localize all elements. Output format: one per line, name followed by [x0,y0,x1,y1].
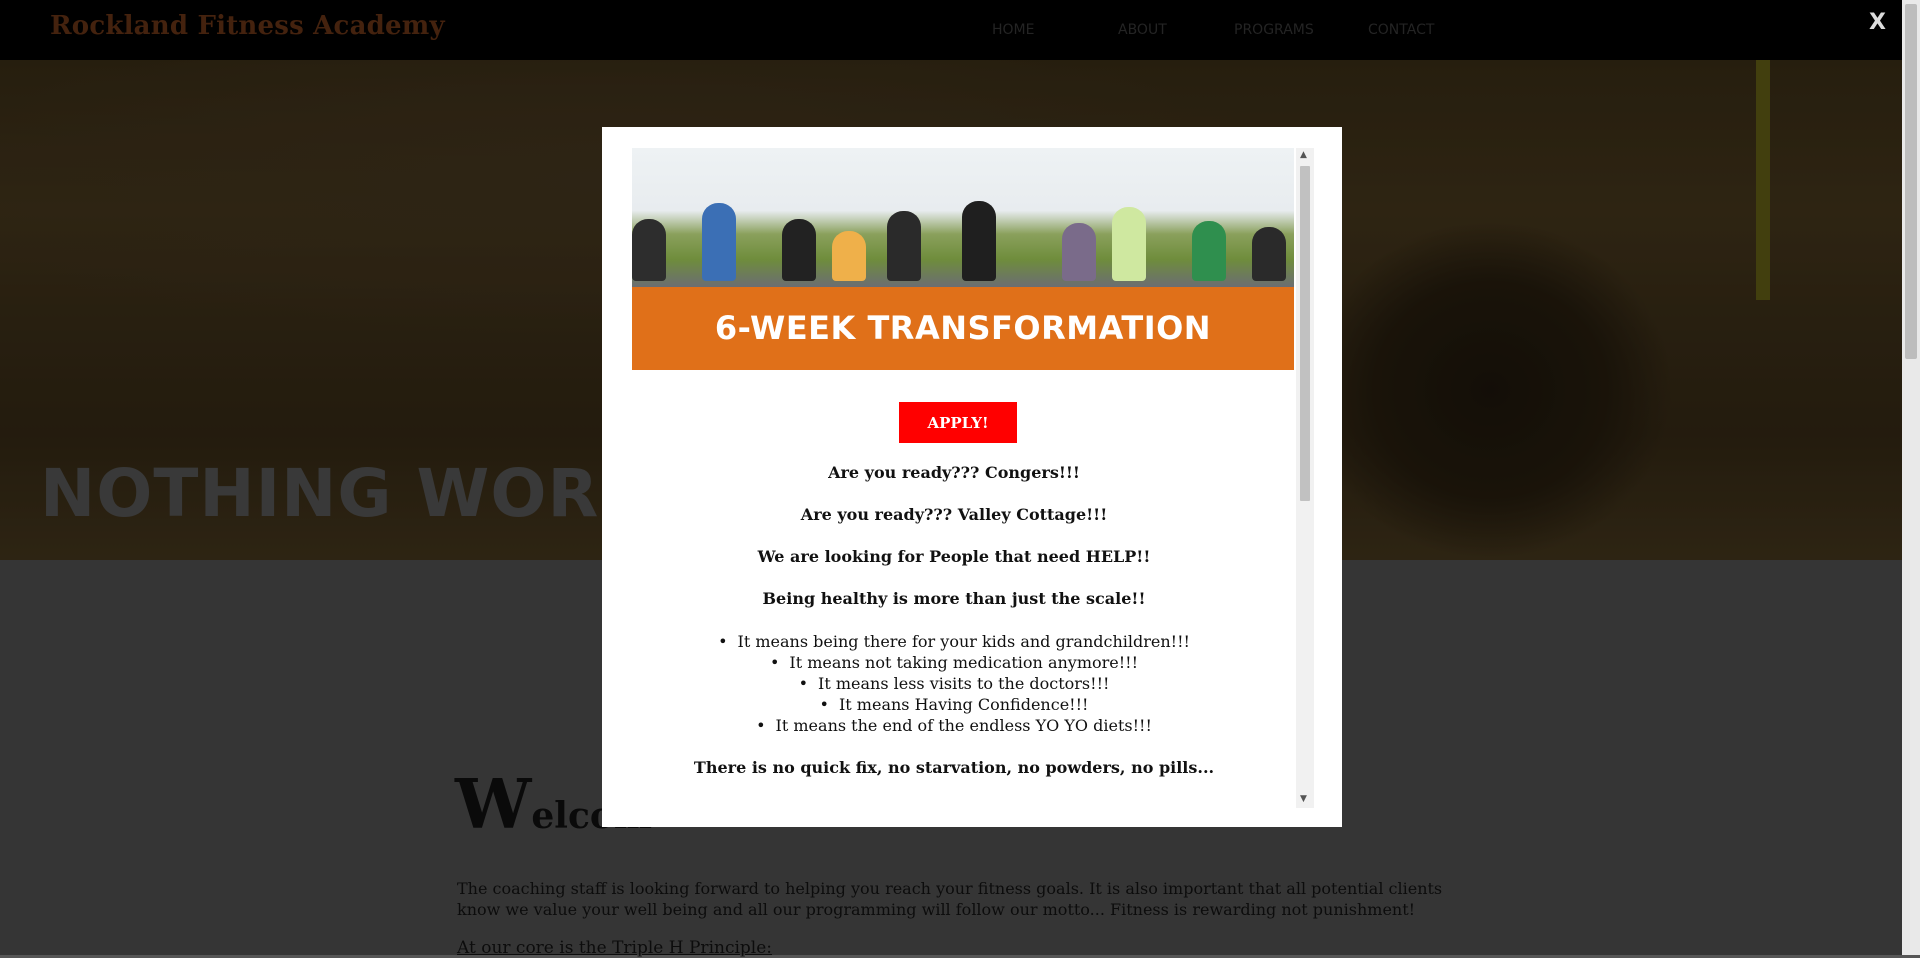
modal-line-congers: Are you ready??? Congers!!! [828,463,1080,482]
modal-line-valley-cottage: Are you ready??? Valley Cottage!!! [800,505,1108,524]
list-item: It means less visits to the doctors!!! [632,673,1276,694]
promo-modal: 6-WEEK TRANSFORMATION APPLY! Are you rea… [602,127,1342,827]
scroll-up-arrow-icon[interactable]: ▲ [1300,150,1307,160]
list-item: It means being there for your kids and g… [632,631,1276,652]
modal-body: Are you ready??? Congers!!! Are you read… [632,463,1276,800]
photo-figure [1112,207,1146,281]
photo-figure [1252,227,1286,281]
promo-title: 6-WEEK TRANSFORMATION [714,309,1212,347]
photo-figure [887,211,921,281]
promo-photo [632,148,1294,287]
list-item: It means Having Confidence!!! [632,694,1276,715]
close-modal-icon[interactable]: X [1869,10,1886,35]
photo-figure [632,219,666,281]
modal-line-closing: There is no quick fix, no starvation, no… [693,758,1215,777]
list-item: It means not taking medication anymore!!… [632,652,1276,673]
modal-content-frame: 6-WEEK TRANSFORMATION APPLY! Are you rea… [632,148,1314,934]
modal-line-scale: Being healthy is more than just the scal… [762,589,1146,608]
photo-figure [1192,221,1226,281]
modal-scrollbar-thumb[interactable] [1300,166,1310,501]
modal-line-help: We are looking for People that need HELP… [757,547,1151,566]
modal-scrollbar[interactable]: ▲ ▼ [1296,148,1314,808]
list-item: It means the end of the endless YO YO di… [632,715,1276,736]
photo-figure [702,203,736,281]
page-scrollbar[interactable] [1902,0,1920,955]
promo-banner: 6-WEEK TRANSFORMATION [632,287,1294,370]
photo-figure [962,201,996,281]
photo-figure [832,231,866,281]
benefits-list: It means being there for your kids and g… [632,631,1276,736]
scroll-down-arrow-icon[interactable]: ▼ [1300,794,1307,804]
apply-button[interactable]: APPLY! [899,402,1017,443]
photo-figure [782,219,816,281]
photo-figure [1062,223,1096,281]
page-scrollbar-thumb[interactable] [1905,4,1917,359]
